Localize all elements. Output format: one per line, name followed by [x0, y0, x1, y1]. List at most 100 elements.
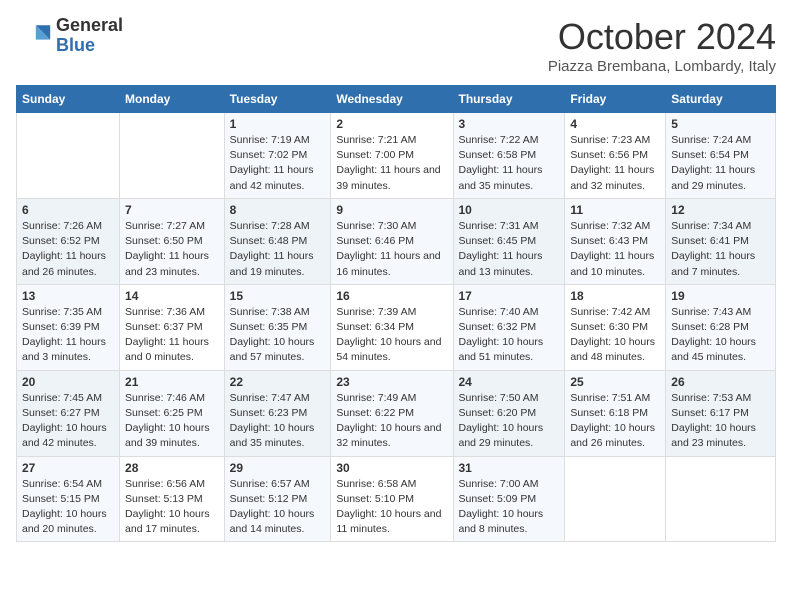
day-number: 5 [671, 117, 770, 131]
calendar-cell: 20 Sunrise: 7:45 AM Sunset: 6:27 PM Dayli… [17, 370, 120, 456]
calendar-cell: 7Sunrise: 7:27 AM Sunset: 6:50 PM Daylig… [120, 198, 225, 284]
day-info: Sunrise: 6:56 AM Sunset: 5:13 PM Dayligh… [125, 477, 219, 538]
calendar-cell: 21 Sunrise: 7:46 AM Sunset: 6:25 PM Dayli… [120, 370, 225, 456]
location-text: Piazza Brembana, Lombardy, Italy [548, 58, 776, 75]
day-info: Sunrise: 7:50 AM Sunset: 6:20 PM Dayligh… [459, 391, 560, 452]
calendar-cell: 30 Sunrise: 6:58 AM Sunset: 5:10 PM Dayli… [331, 456, 453, 542]
day-number: 31 [459, 461, 560, 475]
calendar-cell [565, 456, 666, 542]
day-number: 11 [570, 203, 660, 217]
logo-icon [16, 18, 52, 54]
day-number: 30 [336, 461, 447, 475]
calendar-cell: 31Sunrise: 7:00 AM Sunset: 5:09 PM Dayli… [453, 456, 565, 542]
calendar-cell: 5 Sunrise: 7:24 AM Sunset: 6:54 PM Daylig… [666, 113, 776, 199]
day-info: Sunrise: 7:36 AM Sunset: 6:37 PM Dayligh… [125, 305, 219, 366]
day-number: 14 [125, 289, 219, 303]
calendar-cell: 18 Sunrise: 7:42 AM Sunset: 6:30 PM Dayli… [565, 284, 666, 370]
day-number: 16 [336, 289, 447, 303]
day-number: 24 [459, 375, 560, 389]
day-number: 8 [230, 203, 326, 217]
header-friday: Friday [565, 86, 666, 113]
day-number: 9 [336, 203, 447, 217]
calendar-cell: 19 Sunrise: 7:43 AM Sunset: 6:28 PM Dayli… [666, 284, 776, 370]
header-thursday: Thursday [453, 86, 565, 113]
day-number: 13 [22, 289, 114, 303]
logo-general-text: General [56, 15, 123, 35]
day-number: 28 [125, 461, 219, 475]
calendar-cell: 17 Sunrise: 7:40 AM Sunset: 6:32 PM Dayli… [453, 284, 565, 370]
calendar-cell: 13Sunrise: 7:35 AM Sunset: 6:39 PM Dayli… [17, 284, 120, 370]
day-info: Sunrise: 7:34 AM Sunset: 6:41 PM Dayligh… [671, 219, 770, 280]
calendar-cell: 26 Sunrise: 7:53 AM Sunset: 6:17 PM Dayli… [666, 370, 776, 456]
day-number: 18 [570, 289, 660, 303]
day-number: 1 [230, 117, 326, 131]
header-tuesday: Tuesday [224, 86, 331, 113]
calendar-cell: 3 Sunrise: 7:22 AM Sunset: 6:58 PM Daylig… [453, 113, 565, 199]
week-row-1: 1 Sunrise: 7:19 AM Sunset: 7:02 PM Daylig… [17, 113, 776, 199]
day-info: Sunrise: 7:27 AM Sunset: 6:50 PM Dayligh… [125, 219, 219, 280]
day-info: Sunrise: 7:53 AM Sunset: 6:17 PM Dayligh… [671, 391, 770, 452]
day-info: Sunrise: 6:54 AM Sunset: 5:15 PM Dayligh… [22, 477, 114, 538]
day-number: 21 [125, 375, 219, 389]
day-number: 2 [336, 117, 447, 131]
month-title: October 2024 [548, 16, 776, 58]
calendar-cell: 25 Sunrise: 7:51 AM Sunset: 6:18 PM Dayli… [565, 370, 666, 456]
day-info: Sunrise: 7:38 AM Sunset: 6:35 PM Dayligh… [230, 305, 326, 366]
calendar-cell: 1 Sunrise: 7:19 AM Sunset: 7:02 PM Daylig… [224, 113, 331, 199]
week-row-4: 20 Sunrise: 7:45 AM Sunset: 6:27 PM Dayli… [17, 370, 776, 456]
header-wednesday: Wednesday [331, 86, 453, 113]
day-info: Sunrise: 7:22 AM Sunset: 6:58 PM Dayligh… [459, 133, 560, 194]
day-number: 29 [230, 461, 326, 475]
calendar-cell: 6 Sunrise: 7:26 AM Sunset: 6:52 PM Daylig… [17, 198, 120, 284]
week-row-2: 6 Sunrise: 7:26 AM Sunset: 6:52 PM Daylig… [17, 198, 776, 284]
week-row-5: 27 Sunrise: 6:54 AM Sunset: 5:15 PM Dayli… [17, 456, 776, 542]
day-info: Sunrise: 7:43 AM Sunset: 6:28 PM Dayligh… [671, 305, 770, 366]
week-row-3: 13Sunrise: 7:35 AM Sunset: 6:39 PM Dayli… [17, 284, 776, 370]
day-number: 6 [22, 203, 114, 217]
calendar-cell: 23 Sunrise: 7:49 AM Sunset: 6:22 PM Dayli… [331, 370, 453, 456]
calendar-cell: 10Sunrise: 7:31 AM Sunset: 6:45 PM Dayli… [453, 198, 565, 284]
day-number: 3 [459, 117, 560, 131]
day-number: 26 [671, 375, 770, 389]
day-info: Sunrise: 6:58 AM Sunset: 5:10 PM Dayligh… [336, 477, 447, 538]
day-info: Sunrise: 7:23 AM Sunset: 6:56 PM Dayligh… [570, 133, 660, 194]
day-number: 25 [570, 375, 660, 389]
calendar-cell: 9Sunrise: 7:30 AM Sunset: 6:46 PM Daylig… [331, 198, 453, 284]
day-info: Sunrise: 7:40 AM Sunset: 6:32 PM Dayligh… [459, 305, 560, 366]
day-info: Sunrise: 7:46 AM Sunset: 6:25 PM Dayligh… [125, 391, 219, 452]
calendar-cell: 16 Sunrise: 7:39 AM Sunset: 6:34 PM Dayli… [331, 284, 453, 370]
calendar-table: SundayMondayTuesdayWednesdayThursdayFrid… [16, 85, 776, 542]
calendar-cell: 24 Sunrise: 7:50 AM Sunset: 6:20 PM Dayli… [453, 370, 565, 456]
day-info: Sunrise: 7:51 AM Sunset: 6:18 PM Dayligh… [570, 391, 660, 452]
day-info: Sunrise: 7:19 AM Sunset: 7:02 PM Dayligh… [230, 133, 326, 194]
day-number: 23 [336, 375, 447, 389]
day-info: Sunrise: 7:28 AM Sunset: 6:48 PM Dayligh… [230, 219, 326, 280]
day-info: Sunrise: 7:24 AM Sunset: 6:54 PM Dayligh… [671, 133, 770, 194]
day-info: Sunrise: 7:42 AM Sunset: 6:30 PM Dayligh… [570, 305, 660, 366]
calendar-cell: 15Sunrise: 7:38 AM Sunset: 6:35 PM Dayli… [224, 284, 331, 370]
day-info: Sunrise: 7:45 AM Sunset: 6:27 PM Dayligh… [22, 391, 114, 452]
day-info: Sunrise: 7:31 AM Sunset: 6:45 PM Dayligh… [459, 219, 560, 280]
day-info: Sunrise: 7:39 AM Sunset: 6:34 PM Dayligh… [336, 305, 447, 366]
day-number: 20 [22, 375, 114, 389]
calendar-cell: 14 Sunrise: 7:36 AM Sunset: 6:37 PM Dayli… [120, 284, 225, 370]
day-number: 17 [459, 289, 560, 303]
day-number: 4 [570, 117, 660, 131]
calendar-cell: 29Sunrise: 6:57 AM Sunset: 5:12 PM Dayli… [224, 456, 331, 542]
header-monday: Monday [120, 86, 225, 113]
calendar-cell [120, 113, 225, 199]
calendar-cell [666, 456, 776, 542]
day-number: 12 [671, 203, 770, 217]
day-info: Sunrise: 7:47 AM Sunset: 6:23 PM Dayligh… [230, 391, 326, 452]
day-number: 19 [671, 289, 770, 303]
calendar-cell: 2 Sunrise: 7:21 AM Sunset: 7:00 PM Daylig… [331, 113, 453, 199]
day-info: Sunrise: 7:26 AM Sunset: 6:52 PM Dayligh… [22, 219, 114, 280]
calendar-cell: 8 Sunrise: 7:28 AM Sunset: 6:48 PM Daylig… [224, 198, 331, 284]
day-info: Sunrise: 7:21 AM Sunset: 7:00 PM Dayligh… [336, 133, 447, 194]
calendar-cell [17, 113, 120, 199]
title-section: October 2024 Piazza Brembana, Lombardy, … [548, 16, 776, 75]
header-sunday: Sunday [17, 86, 120, 113]
page-header: General Blue October 2024 Piazza Bremban… [16, 16, 776, 75]
day-number: 27 [22, 461, 114, 475]
day-info: Sunrise: 7:49 AM Sunset: 6:22 PM Dayligh… [336, 391, 447, 452]
